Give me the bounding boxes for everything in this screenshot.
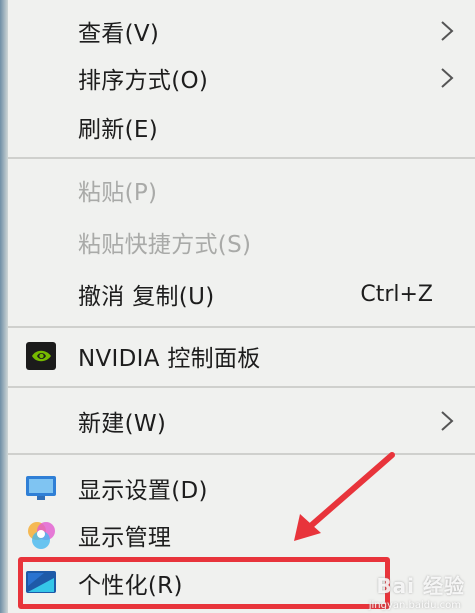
- watermark: Bai 经验: [376, 574, 465, 598]
- watermark-url: jingyan.baidu.com: [368, 600, 461, 611]
- annotation-arrow: [294, 452, 395, 541]
